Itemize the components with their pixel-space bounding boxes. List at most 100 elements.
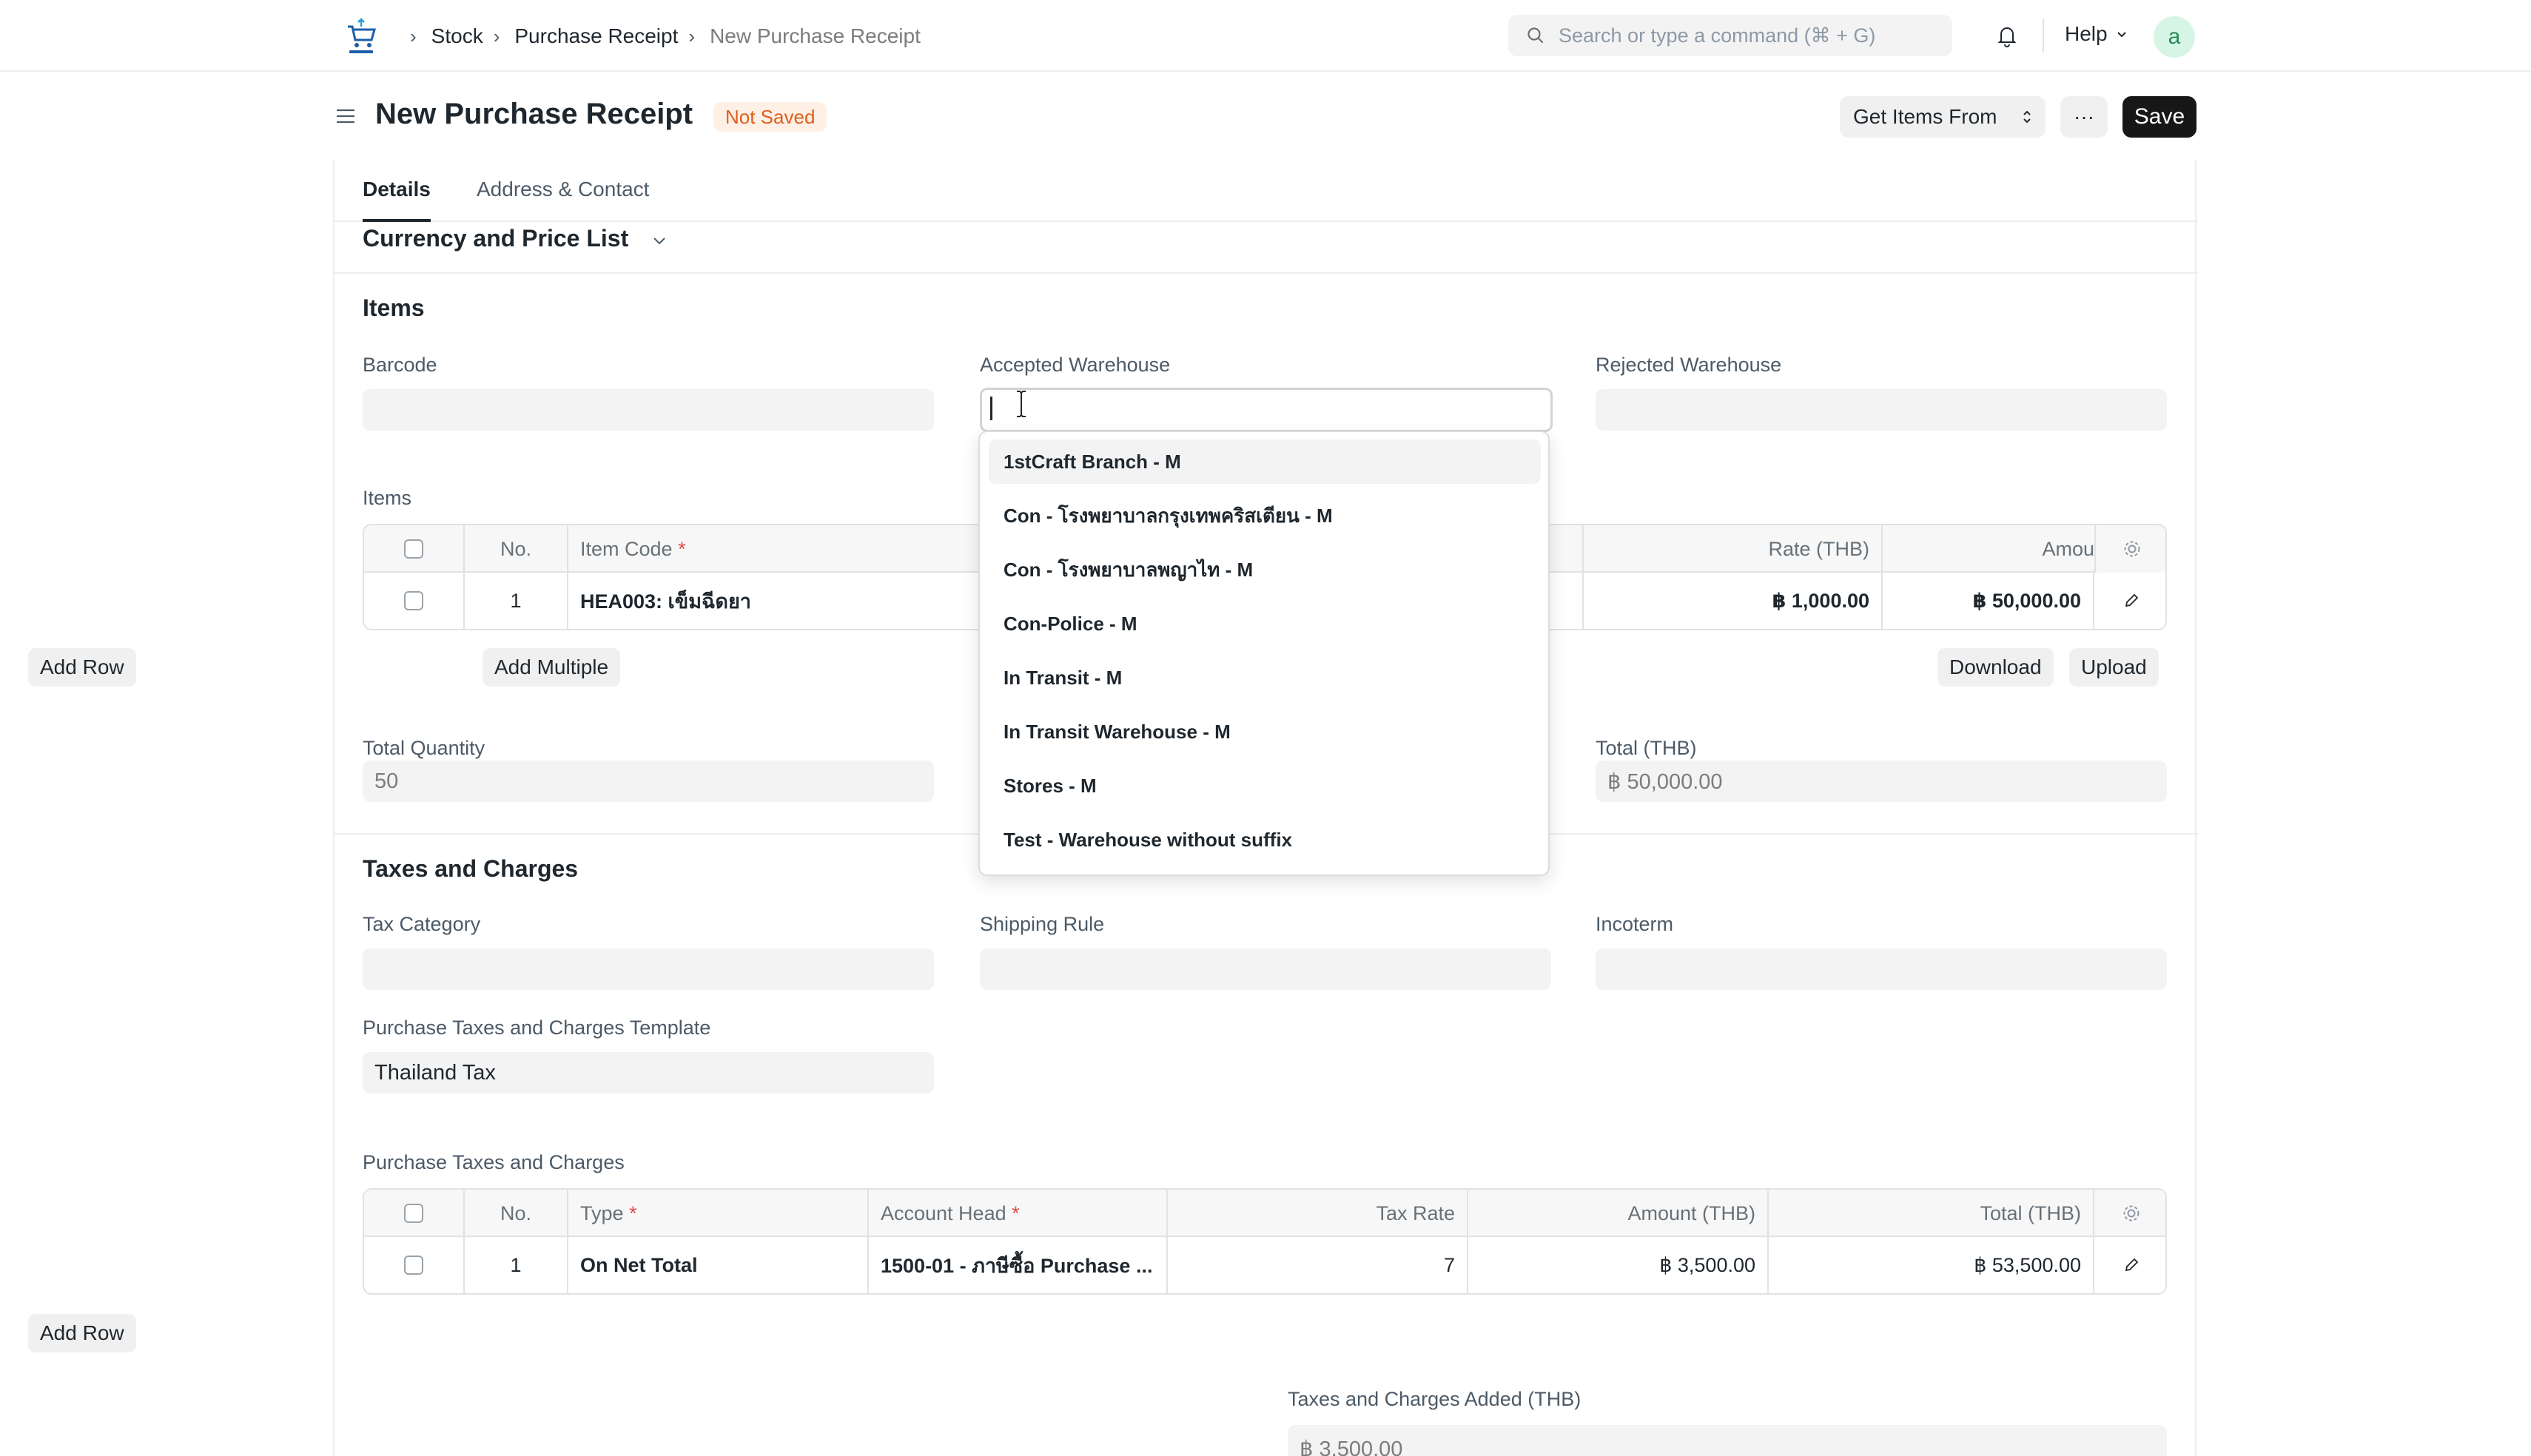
dropdown-option[interactable]: Con - โรงพยาบาลพญาไท - M <box>989 547 1541 592</box>
accepted-warehouse-field[interactable] <box>980 388 1553 432</box>
items-add-row-button[interactable]: Add Row <box>28 648 136 687</box>
dropdown-option[interactable]: Test - Warehouse without suffix <box>989 818 1541 862</box>
pencil-icon[interactable] <box>2122 592 2140 610</box>
help-dropdown[interactable]: Help <box>2065 22 2128 46</box>
dropdown-option[interactable]: Con-Police - M <box>989 601 1541 646</box>
help-label: Help <box>2065 22 2108 45</box>
select-all-cell <box>364 1190 465 1237</box>
total-label: Total (THB) <box>1596 737 1697 759</box>
gear-icon[interactable] <box>2122 539 2142 559</box>
col-tax-amount: Amount (THB) <box>1468 1190 1769 1237</box>
breadcrumb-stock[interactable]: Stock <box>431 24 483 48</box>
taxes-template-label: Purchase Taxes and Charges Template <box>363 1017 711 1039</box>
form-tabs: Details Address & Contact <box>335 160 2198 222</box>
chevron-right-icon: › <box>493 24 500 47</box>
upload-button[interactable]: Upload <box>2069 648 2159 687</box>
get-items-label: Get Items From <box>1853 105 1997 128</box>
select-all-checkbox[interactable] <box>404 539 423 559</box>
shipping-rule-field[interactable] <box>980 948 1551 990</box>
row-rate[interactable]: ฿ 1,000.00 <box>1582 573 1883 629</box>
page-title: New Purchase Receipt <box>375 98 693 130</box>
text-caret <box>990 397 992 420</box>
save-button[interactable]: Save <box>2122 96 2196 138</box>
pencil-icon[interactable] <box>2122 1256 2140 1274</box>
row-type[interactable]: On Net Total <box>568 1237 869 1293</box>
accepted-warehouse-label: Accepted Warehouse <box>980 354 1171 376</box>
dropdown-option[interactable]: In Transit - M <box>989 655 1541 700</box>
dropdown-option[interactable]: In Transit Warehouse - M <box>989 710 1541 754</box>
dropdown-option[interactable]: 1stCraft Branch - M <box>989 439 1541 484</box>
barcode-field[interactable] <box>363 389 934 431</box>
taxes-added-field: ฿ 3,500.00 <box>1288 1425 2167 1456</box>
currency-section-toggle[interactable]: Currency and Price List <box>363 225 668 252</box>
breadcrumb-purchase-receipt[interactable]: Purchase Receipt <box>514 24 678 48</box>
taxes-add-row-button[interactable]: Add Row <box>28 1314 136 1352</box>
row-tax-rate[interactable]: 7 <box>1168 1237 1468 1293</box>
required-mark: * <box>678 537 686 560</box>
app-logo-icon[interactable] <box>342 18 380 56</box>
dropdown-option[interactable]: Con - โรงพยาบาลกรุงเทพคริสเตียน - M <box>989 493 1541 538</box>
row-select-cell <box>364 573 465 629</box>
taxes-template-field[interactable]: Thailand Tax <box>363 1052 934 1093</box>
navbar-divider <box>2043 19 2044 52</box>
section-divider <box>335 272 2198 274</box>
chevron-down-icon <box>2117 32 2126 38</box>
active-tab-indicator <box>363 219 431 222</box>
text-cursor-icon <box>1017 391 1026 417</box>
get-items-from-button[interactable]: Get Items From <box>1840 96 2046 138</box>
bell-icon[interactable] <box>1994 22 2020 49</box>
currency-section-title: Currency and Price List <box>363 225 629 252</box>
download-button[interactable]: Download <box>1937 648 2054 687</box>
user-avatar[interactable]: a <box>2154 16 2195 58</box>
col-no: No. <box>465 525 568 573</box>
rejected-warehouse-field[interactable] <box>1596 389 2167 431</box>
tax-category-field[interactable] <box>363 948 934 990</box>
incoterm-label: Incoterm <box>1596 913 1674 935</box>
gear-icon[interactable] <box>2121 1203 2142 1224</box>
row-select-cell <box>364 1237 465 1293</box>
more-actions-button[interactable]: ··· <box>2060 96 2108 138</box>
chevron-right-icon: › <box>410 24 417 47</box>
col-type-label: Type <box>580 1201 624 1224</box>
search-placeholder: Search or type a command (⌘ + G) <box>1559 24 1876 47</box>
col-item-code: Item Code * <box>568 525 983 573</box>
row-checkbox[interactable] <box>404 1256 423 1275</box>
col-account-head-label: Account Head <box>881 1201 1006 1224</box>
col-account-head: Account Head * <box>869 1190 1168 1237</box>
select-all-checkbox[interactable] <box>404 1204 423 1223</box>
col-rate: Rate (THB) <box>1582 525 1883 573</box>
add-multiple-button[interactable]: Add Multiple <box>483 648 621 687</box>
row-item-code[interactable]: HEA003: เข็มฉีดยา <box>568 573 983 629</box>
tab-details[interactable]: Details <box>363 178 431 201</box>
warehouse-dropdown: 1stCraft Branch - M Con - โรงพยาบาลกรุงเ… <box>978 431 1550 876</box>
col-tax-total: Total (THB) <box>1769 1190 2094 1237</box>
taxes-table-label: Purchase Taxes and Charges <box>363 1151 625 1173</box>
taxes-section-title: Taxes and Charges <box>363 855 579 882</box>
barcode-label: Barcode <box>363 354 437 376</box>
breadcrumb: › Stock › Purchase Receipt › New Purchas… <box>400 21 921 52</box>
top-navbar: › Stock › Purchase Receipt › New Purchas… <box>0 0 2531 72</box>
required-mark: * <box>1012 1201 1020 1224</box>
col-no: No. <box>465 1190 568 1237</box>
items-section-title: Items <box>363 294 425 321</box>
shipping-rule-label: Shipping Rule <box>980 913 1105 935</box>
sidebar-toggle-icon[interactable] <box>335 105 357 127</box>
row-no: 1 <box>465 573 568 629</box>
awesomebar-search-input[interactable]: Search or type a command (⌘ + G) <box>1508 15 1952 56</box>
col-type: Type * <box>568 1190 869 1237</box>
status-badge: Not Saved <box>713 102 827 132</box>
col-item-code-label: Item Code <box>580 537 673 560</box>
tab-address-contact[interactable]: Address & Contact <box>477 178 649 201</box>
row-edit-cell <box>2094 573 2165 629</box>
row-account-head[interactable]: 1500-01 - ภาษีซื้อ Purchase ... <box>869 1237 1168 1293</box>
search-icon <box>1527 27 1544 44</box>
chevron-down-icon <box>653 237 665 244</box>
tax-category-label: Tax Category <box>363 913 481 935</box>
row-no: 1 <box>465 1237 568 1293</box>
items-table-label: Items <box>363 487 412 509</box>
incoterm-field[interactable] <box>1596 948 2167 990</box>
dropdown-option[interactable]: Stores - M <box>989 764 1541 808</box>
total-quantity-field: 50 <box>363 761 934 802</box>
total-field: ฿ 50,000.00 <box>1596 761 2167 802</box>
row-checkbox[interactable] <box>404 591 423 610</box>
